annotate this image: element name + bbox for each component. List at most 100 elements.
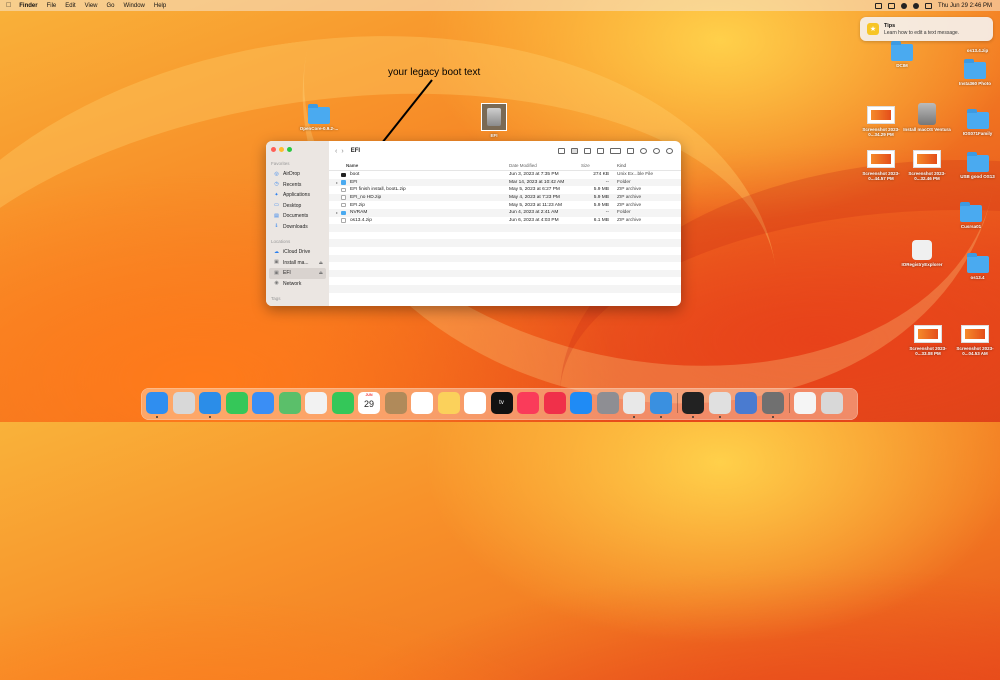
desktop-icon-efi[interactable]: EFI: [469, 103, 519, 138]
file-row-os13-zip[interactable]: os13.4.zip Jun 6, 2023 at 4:03 PM 6.1 MB…: [329, 217, 681, 225]
share-icon[interactable]: [627, 148, 634, 154]
control-center-icon[interactable]: [924, 2, 932, 9]
menu-edit[interactable]: Edit: [65, 3, 75, 9]
dock-disk-utility-icon[interactable]: [761, 392, 784, 414]
sidebar-item-documents[interactable]: ▤ Documents: [269, 211, 326, 222]
sidebar-item-network[interactable]: ◉ Network: [269, 279, 326, 290]
desktop-icon-screenshot-3[interactable]: Screenshot 2023-0...32.46 PM: [902, 150, 952, 181]
dock-reminders-icon[interactable]: [411, 392, 433, 414]
dock-photos-icon[interactable]: [305, 392, 327, 414]
dock-system-settings-icon[interactable]: [596, 392, 619, 414]
file-row-efi-zip[interactable]: EFI.zip May 5, 2023 at 11:23 AM 5.9 MB Z…: [329, 201, 681, 209]
sidebar-item-install-macos[interactable]: ▣ Install ma... ⏏: [269, 258, 326, 269]
dock-music-icon[interactable]: [517, 392, 539, 414]
column-header-date[interactable]: Date Modified: [509, 163, 579, 168]
sidebar-item-downloads[interactable]: ⇓ Downloads: [269, 222, 326, 233]
dock-contacts-icon[interactable]: [384, 392, 407, 414]
desktop-icon-os13-4[interactable]: os13.4: [955, 253, 1000, 280]
desktop-icon-install-ventura[interactable]: Install macOS Ventura: [902, 103, 952, 132]
dock-chrome-icon[interactable]: [623, 392, 645, 414]
dock-network-utility-icon[interactable]: [649, 392, 672, 414]
dock-terminal-icon[interactable]: [682, 392, 704, 414]
dock-notes-icon[interactable]: [437, 392, 460, 414]
dock-freeform-icon[interactable]: [464, 392, 486, 414]
empty-row: [329, 247, 681, 255]
dock-trash-icon[interactable]: [820, 392, 843, 414]
list-view-button[interactable]: [571, 148, 578, 154]
desktop-icon-dcim[interactable]: DCIM: [877, 41, 927, 68]
tag-icon[interactable]: [640, 148, 647, 154]
desktop-icon-ios071family[interactable]: IOS071Family: [955, 109, 1000, 136]
desktop-icon-ioregistryexplorer[interactable]: IORegistryExplorer: [894, 240, 950, 267]
dock-messages-icon[interactable]: [225, 392, 248, 414]
desktop-icon-screenshot-1[interactable]: Screenshot 2023-0...34.29 PM: [856, 106, 906, 137]
desktop-icon-insta360[interactable]: Insta360 Photo: [950, 59, 1000, 86]
dock-tv-icon[interactable]: tv: [490, 392, 513, 414]
apple-menu-icon[interactable]: : [6, 2, 11, 9]
folder-icon: [308, 104, 330, 124]
dock-mail-icon[interactable]: [252, 392, 274, 414]
dock-maps-icon[interactable]: [278, 392, 301, 414]
desktop-icon-screenshot-4[interactable]: Screenshot 2023-0...33.08 PM: [903, 325, 953, 356]
dock-news-icon[interactable]: [543, 392, 566, 414]
close-button[interactable]: [271, 147, 276, 152]
icon-view-button[interactable]: [558, 148, 565, 154]
column-view-button[interactable]: [584, 148, 591, 154]
zoom-button[interactable]: [287, 147, 292, 152]
gallery-view-button[interactable]: [597, 148, 604, 154]
menu-help[interactable]: Help: [154, 3, 166, 9]
battery-icon[interactable]: [887, 2, 895, 9]
sidebar-item-applications[interactable]: ✦ Applications: [269, 190, 326, 201]
dock-preview-icon[interactable]: [708, 392, 731, 414]
dock-documents-icon[interactable]: [794, 392, 816, 414]
sidebar-item-desktop[interactable]: ▭ Desktop: [269, 201, 326, 212]
column-header-kind[interactable]: Kind: [613, 163, 681, 168]
file-row-efi-no-hd-zip[interactable]: EFI_no HD.zip May 4, 2023 at 7:23 PM 5.9…: [329, 193, 681, 202]
menu-file[interactable]: File: [47, 3, 57, 9]
desktop-icon-screenshot-5[interactable]: Screenshot 2023-0...04.53 AM: [950, 325, 1000, 356]
eject-icon[interactable]: ⏏: [319, 260, 323, 266]
status-menu-icon[interactable]: [874, 2, 882, 9]
tips-notification[interactable]: ★ Tips Learn how to edit a text message.: [860, 17, 993, 41]
menu-app-finder[interactable]: Finder: [19, 3, 37, 9]
dock-safari-icon[interactable]: [199, 392, 221, 414]
dock-finder-icon[interactable]: [146, 392, 168, 414]
dock-calendar-icon[interactable]: 29: [358, 392, 380, 414]
dock-app-store-icon[interactable]: [570, 392, 592, 414]
minimize-button[interactable]: [279, 147, 284, 152]
back-button[interactable]: ‹: [335, 148, 337, 155]
group-by-button[interactable]: [610, 148, 621, 154]
menu-view[interactable]: View: [85, 3, 98, 9]
dock-launchpad-icon[interactable]: [172, 392, 195, 414]
desktop-icon-cusrsa01[interactable]: Cusrsa01: [946, 202, 996, 229]
sidebar-item-efi[interactable]: ▣ EFI ⏏: [269, 268, 326, 279]
desktop-icon-usb-good[interactable]: USB good OS13: [955, 152, 1000, 179]
desktop-icon-opencore[interactable]: OpenCore-0.9.2-...: [294, 104, 344, 131]
forward-button[interactable]: ›: [341, 148, 343, 155]
menubar-clock[interactable]: Thu Jun 29 2:46 PM: [938, 3, 992, 9]
eject-icon[interactable]: ⏏: [319, 270, 323, 276]
column-header-name[interactable]: Name: [329, 163, 509, 168]
file-row-efi[interactable]: ▸ EFI Mar 14, 2023 at 10:42 AM -- Folder: [329, 178, 681, 187]
more-actions-icon[interactable]: [653, 148, 660, 154]
menu-go[interactable]: Go: [107, 3, 115, 9]
dock-screen-sharing-icon[interactable]: [735, 392, 757, 414]
column-header-size[interactable]: Size: [579, 163, 613, 168]
file-row-boot[interactable]: boot Jun 3, 2023 at 7:35 PM 274 KB Unix …: [329, 171, 681, 179]
dock-facetime-icon[interactable]: [331, 392, 354, 414]
dock-running-indicator: [771, 416, 774, 418]
sidebar-item-recents[interactable]: ◷ Recents: [269, 180, 326, 191]
sidebar-item-airdrop[interactable]: ◎ AirDrop: [269, 169, 326, 180]
file-row-efi-finish-zip[interactable]: EFI finish install, bootL.zip May 5, 202…: [329, 186, 681, 194]
search-icon[interactable]: [666, 148, 673, 154]
desktop-icon-screenshot-2[interactable]: Screenshot 2023-0...44.57 PM: [856, 150, 906, 181]
file-row-nvram[interactable]: ▸ NVRAM Jun 4, 2023 at 2:41 AM -- Folder: [329, 208, 681, 217]
file-date: Jun 6, 2023 at 4:03 PM: [509, 217, 559, 223]
menu-window[interactable]: Window: [124, 3, 145, 9]
folder-icon: [966, 109, 989, 129]
search-icon[interactable]: [912, 2, 919, 9]
sidebar-item-icloud-drive[interactable]: ☁ iCloud Drive: [269, 247, 326, 258]
finder-window[interactable]: Favorites ◎ AirDrop ◷ Recents ✦ Application…: [266, 141, 681, 306]
desktop-icon-os13-zip[interactable]: os13.4.zip: [955, 44, 1000, 53]
wifi-icon[interactable]: [900, 2, 907, 9]
